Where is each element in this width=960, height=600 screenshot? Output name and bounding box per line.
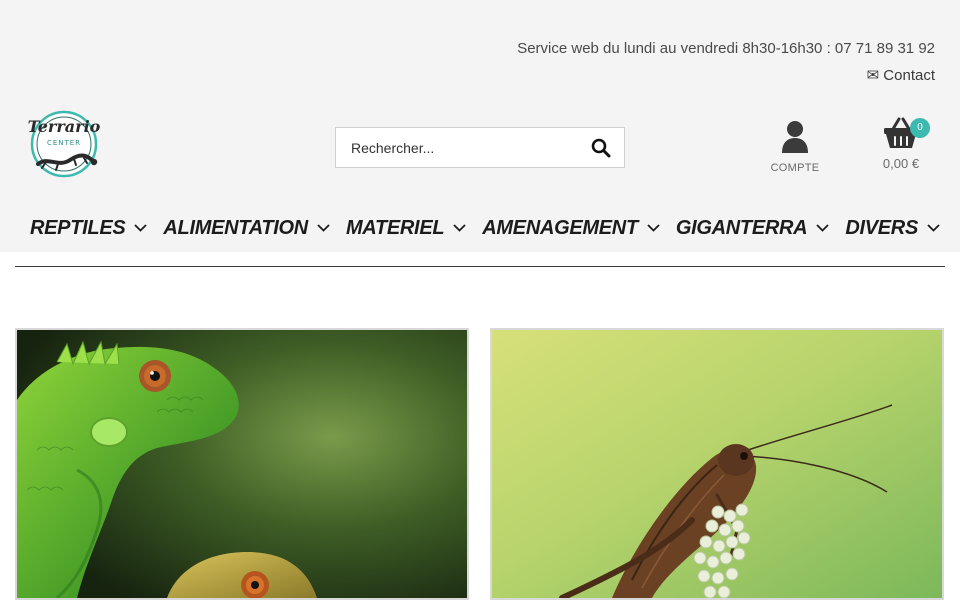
user-icon	[782, 121, 808, 153]
search-bar	[335, 127, 625, 168]
nav-item-giganterra[interactable]: GIGANTERRA	[676, 217, 829, 240]
account-label: COMPTE	[770, 162, 820, 174]
topbar: Service web du lundi au vendredi 8h30-16…	[517, 35, 935, 89]
logo-subtitle: CENTER	[47, 139, 81, 147]
main-navigation: REPTILES ALIMENTATION MATERIEL AMENAGEME…	[30, 210, 940, 246]
nav-item-label: MATERIEL	[345, 216, 445, 239]
nav-item-label: GIGANTERRA	[675, 216, 808, 239]
category-card-alimentation[interactable]	[490, 328, 944, 600]
nav-item-label: AMENAGEMENT	[482, 216, 638, 239]
chevron-down-icon	[647, 224, 660, 232]
search-input[interactable]	[336, 128, 578, 167]
search-button[interactable]	[578, 128, 624, 167]
chevron-down-icon	[317, 224, 330, 232]
nav-item-divers[interactable]: DIVERS	[845, 217, 940, 240]
chevron-down-icon	[134, 224, 148, 232]
logo-wordmark: Terrario	[28, 117, 101, 136]
iguana-photo	[17, 330, 467, 598]
cricket-photo	[492, 330, 942, 598]
cart-count-badge: 0	[910, 118, 930, 138]
account-link[interactable]: COMPTE	[765, 120, 825, 174]
header-divider	[15, 266, 945, 267]
contact-link[interactable]: ✉ Contact	[517, 62, 935, 89]
category-card-reptiles[interactable]	[15, 328, 469, 600]
chevron-down-icon	[816, 224, 829, 232]
nav-item-label: REPTILES	[30, 216, 126, 239]
nav-item-materiel[interactable]: MATERIEL	[346, 217, 466, 240]
nav-item-alimentation[interactable]: ALIMENTATION	[163, 217, 330, 240]
site-logo[interactable]: Terrario CENTER	[24, 106, 108, 182]
cart-total: 0,00 €	[882, 156, 920, 171]
chevron-down-icon	[927, 224, 940, 232]
service-hours-text: Service web du lundi au vendredi 8h30-16…	[517, 40, 935, 57]
nav-item-amenagement[interactable]: AMENAGEMENT	[482, 217, 660, 240]
nav-item-label: DIVERS	[845, 216, 918, 239]
search-icon	[591, 138, 611, 157]
cart-link[interactable]: 0 0,00 €	[872, 117, 930, 171]
chevron-down-icon	[453, 224, 466, 232]
nav-item-reptiles[interactable]: REPTILES	[30, 216, 148, 240]
nav-item-label: ALIMENTATION	[163, 216, 308, 239]
